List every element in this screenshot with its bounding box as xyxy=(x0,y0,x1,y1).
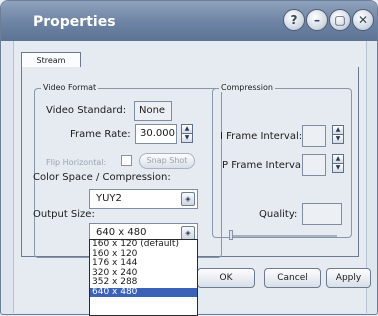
output-size-value: 640 x 480 xyxy=(96,227,147,238)
compression-group-label: Compression xyxy=(219,83,275,92)
window-title: Properties xyxy=(33,14,116,30)
properties-window: Properties ? – ▢ ✕ Stream Format Video F… xyxy=(0,0,378,316)
maximize-button[interactable]: ▢ xyxy=(329,9,351,31)
help-button[interactable]: ? xyxy=(283,9,305,31)
i-frame-interval-label: I Frame Interval: xyxy=(220,131,303,142)
p-frame-interval-stepper[interactable]: ▲ ▼ xyxy=(332,154,344,174)
i-frame-interval-stepper[interactable]: ▲ ▼ xyxy=(332,125,344,145)
i-frame-interval-input[interactable] xyxy=(302,125,326,147)
color-space-select[interactable]: YUY2 ◈ xyxy=(89,189,198,209)
p-frame-interval-input[interactable] xyxy=(302,154,326,176)
flip-horizontal-label: Flip Horizontal: xyxy=(46,158,107,167)
output-size-dropdown-list: 160 x 120 (default) 160 x 120 176 x 144 … xyxy=(89,239,198,316)
ok-button[interactable]: OK xyxy=(197,268,255,288)
apply-button[interactable]: Apply xyxy=(326,268,371,288)
dropdown-option-selected[interactable]: 640 x 480 xyxy=(90,287,197,297)
frame-rate-stepper[interactable]: ▲ ▼ xyxy=(181,124,193,144)
video-standard-label: Video Standard: xyxy=(46,105,127,116)
flip-horizontal-checkbox[interactable] xyxy=(121,155,132,166)
chevron-down-icon[interactable]: ▼ xyxy=(332,134,344,144)
frame-rate-input[interactable]: 30.000 xyxy=(135,124,177,144)
question-icon: ? xyxy=(290,13,298,27)
color-space-label: Color Space / Compression: xyxy=(33,172,171,183)
chevron-down-icon[interactable]: ◈ xyxy=(181,192,195,206)
minimize-button[interactable]: – xyxy=(306,9,328,31)
color-space-value: YUY2 xyxy=(96,193,122,204)
video-format-group-label: Video Format xyxy=(41,83,99,92)
chevron-down-icon[interactable]: ▼ xyxy=(181,133,193,143)
chevron-down-icon[interactable]: ▼ xyxy=(332,163,344,173)
output-size-label: Output Size: xyxy=(33,209,95,220)
cancel-button[interactable]: Cancel xyxy=(264,268,321,288)
quality-slider-handle[interactable] xyxy=(229,230,233,240)
frame-rate-label: Frame Rate: xyxy=(70,129,131,140)
quality-input[interactable] xyxy=(302,203,342,225)
video-standard-field: None xyxy=(134,101,172,121)
tab-stream-format[interactable]: Stream Format xyxy=(21,52,81,80)
title-bar[interactable]: Properties ? – ▢ ✕ xyxy=(1,1,377,41)
quality-label: Quality: xyxy=(259,209,298,220)
chevron-down-icon[interactable]: ◈ xyxy=(181,226,195,240)
minimize-icon: – xyxy=(314,13,320,27)
close-icon: ✕ xyxy=(357,13,369,27)
close-button[interactable]: ✕ xyxy=(352,9,374,31)
snap-shot-button[interactable]: Snap Shot xyxy=(139,153,195,169)
maximize-icon: ▢ xyxy=(334,13,346,27)
p-frame-interval-label: P Frame Interval: xyxy=(222,160,308,171)
quality-slider-track[interactable] xyxy=(229,235,337,237)
